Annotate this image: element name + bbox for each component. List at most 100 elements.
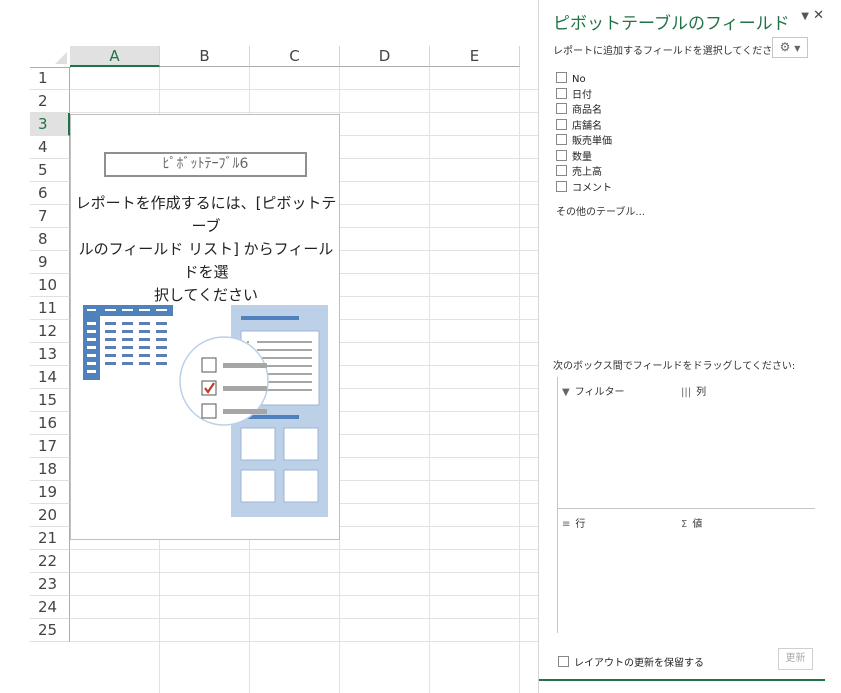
pane-options-chevron-down-icon[interactable]: ▼ xyxy=(801,11,809,22)
defer-layout-label: レイアウトの更新を保留する xyxy=(574,658,704,669)
field-label: 日付 xyxy=(572,89,592,101)
rows-zone-label: 行 xyxy=(575,519,586,530)
gear-icon: ⚙ xyxy=(779,40,791,54)
field-checkbox-item[interactable]: 商品名 xyxy=(556,103,602,117)
row-header-13[interactable]: 13 xyxy=(30,343,70,366)
row-header-7[interactable]: 7 xyxy=(30,205,70,228)
chevron-down-icon: ▼ xyxy=(794,44,801,53)
close-icon[interactable]: ✕ xyxy=(813,8,824,23)
checkbox-icon xyxy=(556,72,567,83)
checkbox-icon xyxy=(556,180,567,192)
checklist-illustration xyxy=(179,336,269,426)
row-header-18[interactable]: 18 xyxy=(30,458,70,481)
row-header-8[interactable]: 8 xyxy=(30,228,70,251)
zones-left-divider xyxy=(557,377,558,633)
field-label: 販売単価 xyxy=(572,136,612,147)
pivot-field-list-pane: ピボットテーブルのフィールド ▼ ✕ レポートに追加するフィールドを選択してくだ… xyxy=(538,0,841,693)
row-header-15[interactable]: 15 xyxy=(30,389,70,412)
columns-zone[interactable]: ||| 列 xyxy=(677,377,815,507)
checkbox-icon xyxy=(556,165,567,176)
pane-bottom-accent xyxy=(539,679,825,681)
field-label: 数量 xyxy=(572,151,592,163)
column-header-d[interactable]: D xyxy=(340,46,430,67)
field-label: 売上高 xyxy=(572,167,602,178)
tools-gear-button[interactable]: ⚙ ▼ xyxy=(772,37,808,58)
checkbox-icon xyxy=(556,149,567,161)
field-checkbox-item[interactable]: No xyxy=(556,72,586,86)
pivot-instructions: レポートを作成するには、[ピボットテーブ ルのフィールド リスト] からフィール… xyxy=(73,192,339,307)
row-header-16[interactable]: 16 xyxy=(30,412,70,435)
row-header-23[interactable]: 23 xyxy=(30,573,70,596)
field-checkbox-item[interactable]: 売上高 xyxy=(556,165,602,179)
values-zone[interactable]: Σ値 xyxy=(677,509,815,633)
field-checkbox-item[interactable]: コメント xyxy=(556,180,612,195)
field-label: 商品名 xyxy=(572,105,602,116)
row-header-4[interactable]: 4 xyxy=(30,136,70,159)
row-header-19[interactable]: 19 xyxy=(30,481,70,504)
filter-icon: ▼ xyxy=(562,387,570,398)
other-tables-link[interactable]: その他のテーブル... xyxy=(556,203,645,218)
pane-title: ピボットテーブルのフィールド xyxy=(553,14,790,34)
field-label: No xyxy=(572,74,586,85)
sigma-icon: Σ xyxy=(681,519,688,530)
row-header-5[interactable]: 5 xyxy=(30,159,70,182)
gridline-row xyxy=(70,89,538,90)
column-header-b[interactable]: B xyxy=(160,46,250,67)
select-all-corner[interactable] xyxy=(30,46,71,68)
defer-layout-update-checkbox[interactable]: レイアウトの更新を保留する xyxy=(558,654,704,669)
worksheet[interactable]: ABCDE 1 2 3 4 5 6 7 8 9 10 11 12 13 14 15 16 17 18 19 20 21 2… xyxy=(0,0,538,693)
row-header-24[interactable]: 24 xyxy=(30,596,70,619)
row-header-20[interactable]: 20 xyxy=(30,504,70,527)
drag-instructions: 次のボックス間でフィールドをドラッグしてください: xyxy=(553,361,796,372)
columns-zone-label: 列 xyxy=(696,387,707,398)
row-header-17[interactable]: 17 xyxy=(30,435,70,458)
rows-icon: ≡ xyxy=(562,519,571,530)
update-button[interactable]: 更新 xyxy=(778,648,813,670)
filter-zone-label: フィルター xyxy=(574,387,625,398)
field-checkbox-item[interactable]: 数量 xyxy=(556,149,592,164)
field-list: No 日付商品名店舗名販売単価数量売上高コメント その他のテーブル... xyxy=(553,68,812,338)
checkbox-icon xyxy=(556,118,567,130)
gridline-row xyxy=(70,112,538,113)
pivot-illustration-icon xyxy=(83,305,328,517)
gridline-row xyxy=(70,549,538,550)
field-checkbox-item[interactable]: 販売単価 xyxy=(556,134,612,148)
column-header-a[interactable]: A xyxy=(70,46,160,67)
gridline-column xyxy=(429,67,430,693)
gridline-row xyxy=(70,572,538,573)
row-header-22[interactable]: 22 xyxy=(30,550,70,573)
values-zone-header: Σ値 xyxy=(681,515,702,530)
field-checkbox-item[interactable]: 店舗名 xyxy=(556,118,602,133)
checkbox-icon xyxy=(556,87,567,99)
row-header-6[interactable]: 6 xyxy=(30,182,70,205)
columns-icon: ||| xyxy=(681,387,692,398)
column-header-e[interactable]: E xyxy=(430,46,520,67)
rows-zone[interactable]: ≡ 行 xyxy=(558,509,676,633)
pane-subtitle: レポートに追加するフィールドを選択してください: xyxy=(553,46,786,57)
pivot-instructions-line: ルのフィールド リスト] からフィールドを選 xyxy=(78,240,334,281)
row-header-3[interactable]: 3 xyxy=(30,113,70,136)
row-header-21[interactable]: 21 xyxy=(30,527,70,550)
gridline-column xyxy=(519,67,520,693)
gridline-row xyxy=(70,618,538,619)
field-checkbox-item[interactable]: 日付 xyxy=(556,87,592,102)
row-header-2[interactable]: 2 xyxy=(30,90,70,113)
values-zone-label: 値 xyxy=(692,519,703,530)
checkbox-icon xyxy=(556,103,567,114)
row-header-1[interactable]: 1 xyxy=(30,67,70,90)
field-label: 店舗名 xyxy=(572,120,602,132)
row-header-10[interactable]: 10 xyxy=(30,274,70,297)
row-header-14[interactable]: 14 xyxy=(30,366,70,389)
row-header-11[interactable]: 11 xyxy=(30,297,70,320)
column-header-c[interactable]: C xyxy=(250,46,340,67)
checkbox-icon xyxy=(556,134,567,145)
rows-zone-header: ≡ 行 xyxy=(562,515,585,530)
pivot-instructions-line: レポートを作成するには、[ピボットテーブ xyxy=(75,194,337,235)
pivot-table-placeholder[interactable]: ﾋﾟﾎﾞｯﾄﾃｰﾌﾞﾙ6 レポートを作成するには、[ピボットテーブ ルのフィール… xyxy=(70,114,340,540)
table-illustration xyxy=(83,305,173,380)
row-header-12[interactable]: 12 xyxy=(30,320,70,343)
filter-zone[interactable]: ▼ フィルター xyxy=(558,377,676,507)
filter-zone-header: ▼ フィルター xyxy=(562,383,625,398)
row-header-25[interactable]: 25 xyxy=(30,619,70,642)
row-header-9[interactable]: 9 xyxy=(30,251,70,274)
